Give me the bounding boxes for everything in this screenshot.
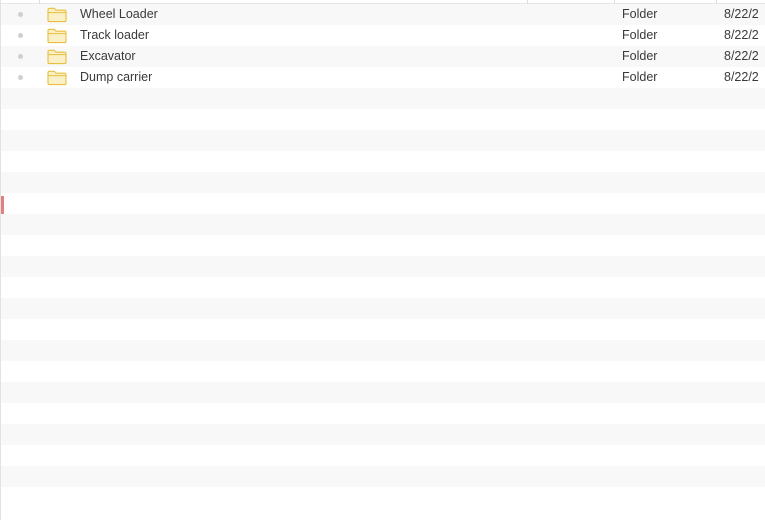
folder-icon bbox=[47, 49, 67, 64]
row-spacer-cell bbox=[527, 172, 614, 193]
row-name-label: Wheel Loader bbox=[80, 7, 158, 21]
row-type-label: Folder bbox=[622, 28, 658, 42]
row-spacer-cell bbox=[527, 466, 614, 487]
row-spacer-cell bbox=[527, 235, 614, 256]
row-type-label: Folder bbox=[622, 49, 658, 63]
row-dot-icon bbox=[17, 33, 23, 38]
row-spacer-cell bbox=[527, 445, 614, 466]
empty-row bbox=[1, 340, 765, 361]
column-divider-1[interactable] bbox=[39, 0, 40, 4]
column-divider-2[interactable] bbox=[527, 0, 528, 4]
row-dot-icon bbox=[17, 75, 23, 80]
row-spacer-cell bbox=[527, 256, 614, 277]
row-spacer-cell bbox=[527, 46, 614, 67]
row-date-label: 8/22/2 bbox=[724, 28, 759, 42]
empty-row bbox=[1, 235, 765, 256]
column-divider-4[interactable] bbox=[716, 0, 717, 4]
row-spacer-cell bbox=[527, 193, 614, 214]
empty-row bbox=[1, 130, 765, 151]
row-name-label: Track loader bbox=[80, 28, 150, 42]
row-date-label: 8/22/2 bbox=[724, 70, 759, 84]
empty-row bbox=[1, 88, 765, 109]
row-name-label: Dump carrier bbox=[80, 70, 153, 84]
row-type-label: Folder bbox=[622, 7, 658, 21]
empty-row bbox=[1, 424, 765, 445]
table-row[interactable]: Dump carrier Folder 8/22/2 bbox=[1, 67, 765, 88]
row-date-label: 8/22/2 bbox=[724, 49, 759, 63]
empty-row bbox=[1, 214, 765, 235]
empty-row bbox=[1, 277, 765, 298]
row-spacer-cell bbox=[527, 151, 614, 172]
column-divider-3[interactable] bbox=[614, 0, 615, 4]
row-marker-cell bbox=[1, 67, 39, 88]
empty-row bbox=[1, 466, 765, 487]
row-spacer-cell bbox=[527, 361, 614, 382]
row-spacer-cell bbox=[527, 298, 614, 319]
row-marker-cell bbox=[1, 4, 39, 25]
row-spacer-cell bbox=[527, 130, 614, 151]
row-spacer-cell bbox=[527, 487, 614, 508]
row-marker-cell bbox=[1, 25, 39, 46]
column-header-sliver bbox=[1, 0, 765, 4]
drop-position-indicator bbox=[1, 196, 4, 214]
empty-row bbox=[1, 256, 765, 277]
empty-row bbox=[1, 298, 765, 319]
row-spacer-cell bbox=[527, 109, 614, 130]
row-spacer-cell bbox=[527, 340, 614, 361]
row-marker-cell bbox=[1, 46, 39, 67]
empty-row bbox=[1, 403, 765, 424]
row-name-cell[interactable]: Excavator bbox=[39, 46, 527, 67]
row-dot-icon bbox=[17, 54, 23, 59]
table-row[interactable]: Wheel Loader Folder 8/22/2 bbox=[1, 4, 765, 25]
empty-row bbox=[1, 193, 765, 214]
row-spacer-cell bbox=[527, 214, 614, 235]
empty-row bbox=[1, 109, 765, 130]
row-name-cell[interactable]: Wheel Loader bbox=[39, 4, 527, 25]
row-type-label: Folder bbox=[622, 70, 658, 84]
row-dot-icon bbox=[17, 12, 23, 17]
row-spacer-cell bbox=[527, 424, 614, 445]
empty-row bbox=[1, 445, 765, 466]
empty-row bbox=[1, 361, 765, 382]
row-spacer-cell bbox=[527, 382, 614, 403]
folder-icon bbox=[47, 28, 67, 43]
row-spacer-cell bbox=[527, 4, 614, 25]
empty-row bbox=[1, 487, 765, 508]
row-name-cell[interactable]: Track loader bbox=[39, 25, 527, 46]
row-date-label: 8/22/2 bbox=[724, 7, 759, 21]
row-spacer-cell bbox=[527, 319, 614, 340]
row-spacer-cell bbox=[527, 67, 614, 88]
file-rows-container: Wheel Loader Folder 8/22/2 Track loader … bbox=[1, 4, 765, 520]
table-row[interactable]: Track loader Folder 8/22/2 bbox=[1, 25, 765, 46]
empty-row bbox=[1, 319, 765, 340]
folder-icon bbox=[47, 70, 67, 85]
empty-row bbox=[1, 151, 765, 172]
row-name-label: Excavator bbox=[80, 49, 136, 63]
row-spacer-cell bbox=[527, 277, 614, 298]
table-row[interactable]: Excavator Folder 8/22/2 bbox=[1, 46, 765, 67]
row-name-cell[interactable]: Dump carrier bbox=[39, 67, 527, 88]
folder-icon bbox=[47, 7, 67, 22]
row-spacer-cell bbox=[527, 88, 614, 109]
file-list-pane: Wheel Loader Folder 8/22/2 Track loader … bbox=[0, 0, 765, 520]
empty-row bbox=[1, 172, 765, 193]
row-spacer-cell bbox=[527, 403, 614, 424]
row-spacer-cell bbox=[527, 25, 614, 46]
empty-row bbox=[1, 382, 765, 403]
